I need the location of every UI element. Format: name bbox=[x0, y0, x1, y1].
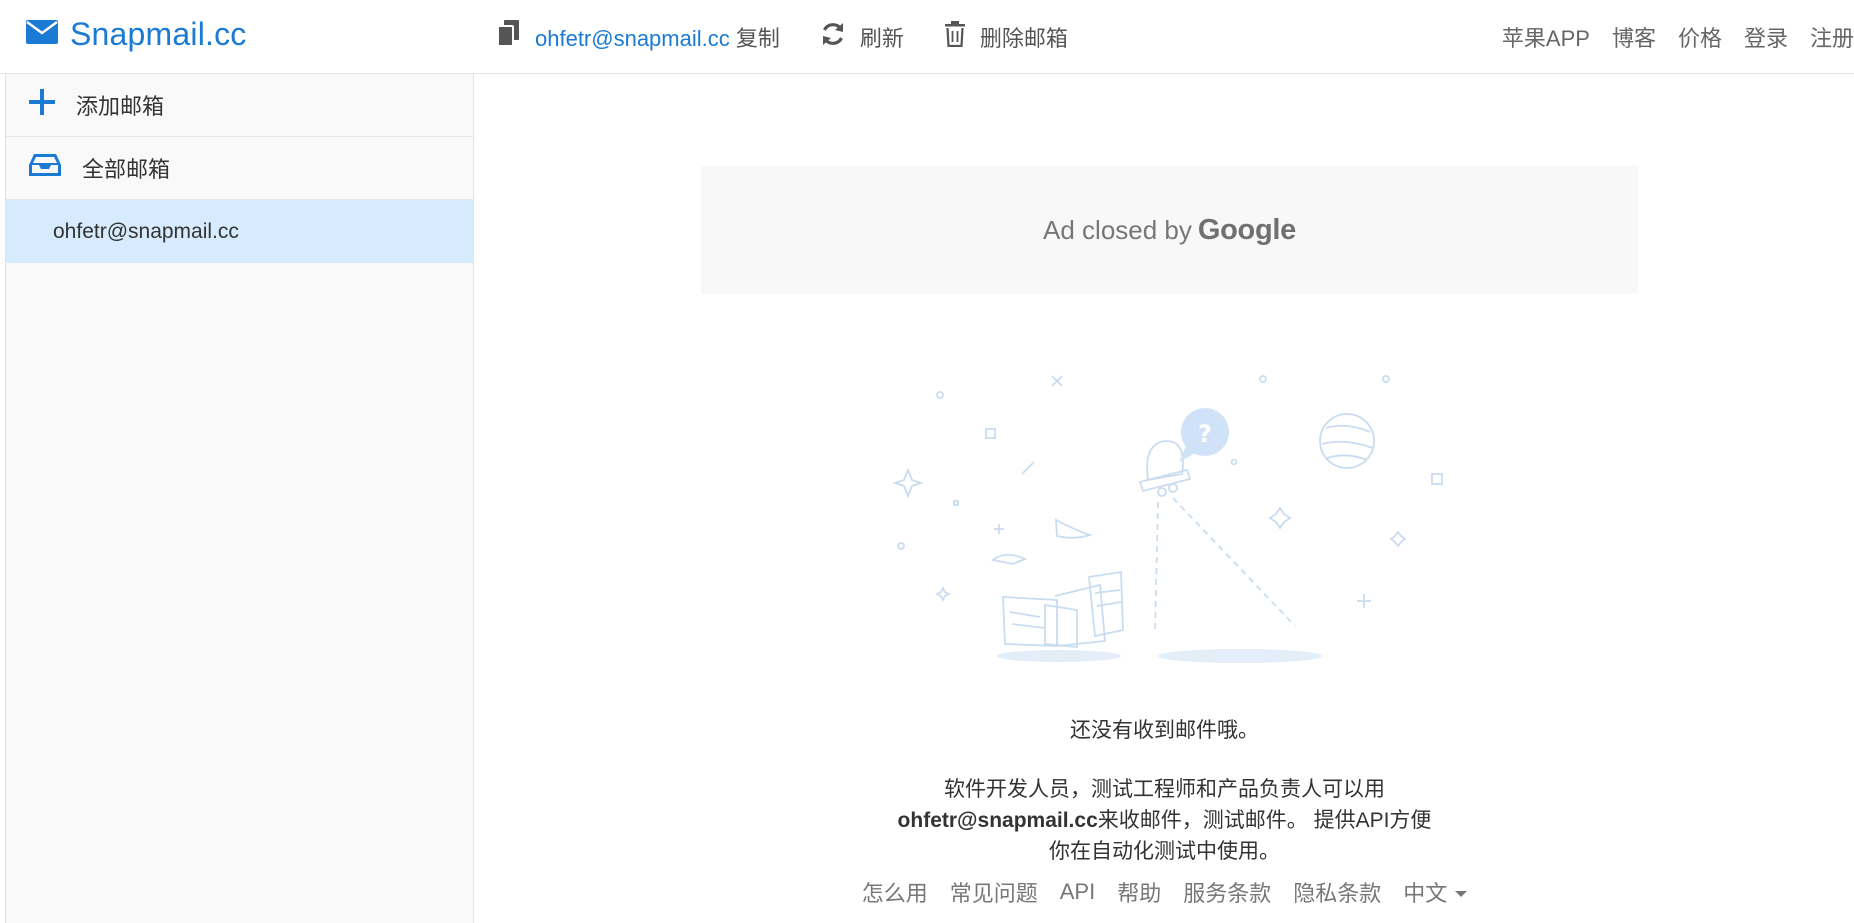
nav-blog[interactable]: 博客 bbox=[1612, 21, 1656, 53]
description-line-2-rest: 来收邮件，测试邮件。 提供API方便 bbox=[1097, 809, 1432, 832]
sidebar: 添加邮箱 全部邮箱 ohfetr@snapmail.cc bbox=[5, 74, 474, 923]
toolbar: ohfetr@snapmail.cc 复制 刷新 删除邮箱 bbox=[497, 20, 1108, 54]
inbox-icon bbox=[28, 153, 62, 183]
envelope-icon bbox=[26, 20, 58, 49]
description-line-3: 你在自动化测试中使用。 bbox=[1049, 840, 1280, 863]
nav-login[interactable]: 登录 bbox=[1744, 21, 1788, 53]
top-nav: 苹果APP 博客 价格 登录 注册 bbox=[1480, 20, 1854, 54]
delete-label: 删除邮箱 bbox=[979, 26, 1068, 51]
description-line-2: ohfetr@snapmail.cc来收邮件，测试邮件。 提供API方便 bbox=[475, 805, 1854, 836]
language-dropdown[interactable]: 中文 bbox=[1403, 876, 1468, 908]
footer-faq[interactable]: 常见问题 bbox=[950, 876, 1038, 908]
footer-help[interactable]: 帮助 bbox=[1117, 876, 1161, 908]
nav-apple-app[interactable]: 苹果APP bbox=[1502, 21, 1590, 53]
empty-inbox-illustration: ? bbox=[892, 375, 1443, 663]
add-mailbox-button[interactable]: 添加邮箱 bbox=[6, 74, 473, 137]
caret-down-icon bbox=[1455, 891, 1468, 897]
footer-api[interactable]: API bbox=[1060, 876, 1095, 908]
description-email: ohfetr@snapmail.cc bbox=[897, 809, 1098, 832]
description-line-1: 软件开发人员，测试工程师和产品负责人可以用 bbox=[944, 778, 1385, 801]
mailbox-item[interactable]: ohfetr@snapmail.cc bbox=[6, 200, 473, 263]
brand-name: Snapmail.cc bbox=[70, 16, 247, 52]
google-logo: Google bbox=[1197, 213, 1296, 246]
trash-icon bbox=[944, 21, 966, 53]
footer-links: 怎么用 常见问题 API 帮助 服务条款 隐私条款 中文 bbox=[475, 876, 1854, 908]
refresh-button[interactable]: 刷新 bbox=[820, 21, 904, 53]
refresh-label: 刷新 bbox=[859, 26, 904, 51]
all-mailboxes-item[interactable]: 全部邮箱 bbox=[6, 137, 473, 200]
plus-icon bbox=[28, 88, 56, 122]
top-header: Snapmail.cc ohfetr@snapmail.cc 复制 刷新 删除邮… bbox=[0, 0, 1854, 74]
nav-register[interactable]: 注册 bbox=[1810, 21, 1854, 53]
empty-state-title: 还没有收到邮件哦。 bbox=[1070, 719, 1259, 742]
empty-state-description: 软件开发人员，测试工程师和产品负责人可以用 ohfetr@snapmail.cc… bbox=[475, 774, 1854, 867]
copy-email-button[interactable]: ohfetr@snapmail.cc 复制 bbox=[497, 20, 780, 54]
svg-text:?: ? bbox=[1198, 420, 1212, 448]
add-mailbox-label: 添加邮箱 bbox=[76, 94, 165, 119]
mailbox-address: ohfetr@snapmail.cc bbox=[53, 219, 239, 243]
brand-logo[interactable]: Snapmail.cc bbox=[26, 16, 247, 53]
copy-icon bbox=[497, 20, 521, 54]
footer-how-to-use[interactable]: 怎么用 bbox=[862, 876, 928, 908]
main-content: Ad closed by Google ? 还没有收到邮件哦。 软件开发人员，测… bbox=[475, 74, 1854, 923]
footer-privacy[interactable]: 隐私条款 bbox=[1293, 876, 1381, 908]
copy-label: 复制 bbox=[735, 26, 780, 51]
ad-banner: Ad closed by Google bbox=[701, 166, 1638, 294]
refresh-icon bbox=[820, 21, 846, 53]
ad-closed-text: Ad closed by bbox=[1043, 214, 1192, 245]
delete-mailbox-button[interactable]: 删除邮箱 bbox=[944, 21, 1068, 53]
nav-pricing[interactable]: 价格 bbox=[1678, 21, 1722, 53]
footer-terms[interactable]: 服务条款 bbox=[1183, 876, 1271, 908]
current-email: ohfetr@snapmail.cc bbox=[535, 26, 730, 51]
all-mailboxes-label: 全部邮箱 bbox=[82, 157, 171, 182]
language-label: 中文 bbox=[1403, 881, 1448, 906]
